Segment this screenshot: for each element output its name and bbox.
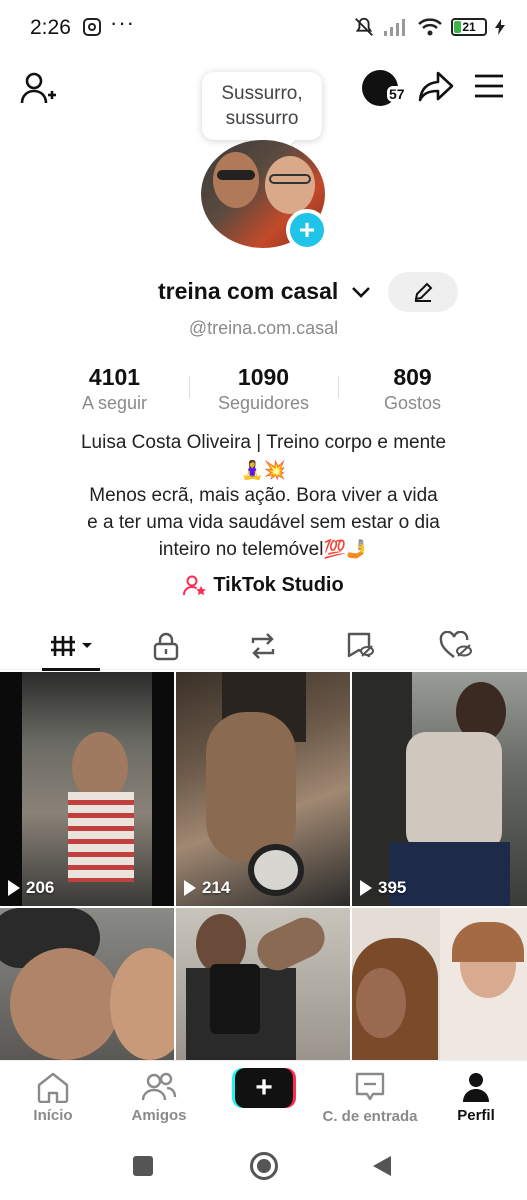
tab-private[interactable] [136,622,196,670]
nav-label: Amigos [131,1106,187,1124]
whisper-tooltip[interactable]: Sussurro, sussurro [202,72,322,140]
chevron-down-icon[interactable] [350,284,372,300]
profile-tabs [0,622,527,670]
nav-label: C. de entrada [322,1107,418,1125]
stat-likes[interactable]: 809 Gostos [338,364,487,418]
view-count-text: 395 [378,878,407,897]
view-count-text: 214 [202,878,231,897]
view-count: 206 [8,878,54,898]
nav-label: Início [33,1106,73,1124]
video-thumbnail[interactable]: 206 [0,672,174,906]
bookmark-hidden-icon [347,632,375,658]
video-thumbnail[interactable] [0,908,174,1060]
friends-icon [141,1072,177,1100]
studio-icon [183,575,207,595]
profile-icon [463,1072,489,1102]
play-icon [360,880,372,896]
bio-line: Luisa Costa Oliveira | Treino corpo e me… [80,432,447,453]
wifi-icon [418,18,442,36]
avatar-add-button[interactable]: + [286,209,328,251]
video-grid: 206 214 395 [0,672,527,1060]
stat-label: A seguir [81,393,148,413]
video-thumbnail[interactable]: 395 [352,672,527,906]
view-count-text: 206 [26,878,55,897]
bio-line: inteiro no telemóvel [158,539,324,560]
signal-icon [384,19,405,36]
home-button-icon[interactable] [250,1152,278,1180]
repost-icon [251,633,275,659]
share-icon [418,71,454,102]
plus-icon: + [235,1068,293,1108]
nav-profile[interactable]: Perfil [446,1061,506,1133]
profile-name[interactable]: treina com casal [158,278,338,305]
bio-emoji: 🧘‍♀️💥 [241,459,286,480]
profile-bio: Luisa Costa Oliveira | Treino corpo e me… [30,430,497,564]
play-icon [8,880,20,896]
video-thumbnail[interactable] [352,908,527,1060]
battery-level: 21 [462,20,476,34]
profile-handle: @treina.com.casal [188,318,339,338]
charging-icon [495,19,505,35]
stat-value: 4101 [88,364,141,390]
lock-icon [153,632,179,661]
menu-icon [475,74,503,98]
view-count: 214 [184,878,230,898]
videos-grid-icon [51,636,92,656]
system-navigation [0,1132,527,1200]
video-thumbnail[interactable]: 214 [176,672,350,906]
instagram-icon [83,18,101,36]
stat-value: 1090 [237,364,290,390]
status-time: 2:26 [30,16,71,39]
add-friend-icon [20,72,56,104]
create-video-button[interactable]: + [232,1068,296,1108]
edit-profile-button[interactable] [388,272,458,312]
more-notifications-icon: ··· [110,10,135,35]
tab-liked[interactable] [426,622,486,670]
battery-icon: 21 [451,18,487,36]
video-thumbnail[interactable] [176,908,350,1060]
inbox-icon [355,1072,385,1100]
stat-label: Seguidores [217,393,310,413]
coins-count: 57 [387,86,407,102]
tiktok-studio-link[interactable]: TikTok Studio [0,574,527,597]
tab-videos[interactable] [42,622,102,670]
tab-reposts[interactable] [233,622,293,670]
mute-icon [355,17,373,36]
stat-label: Gostos [383,393,442,413]
nav-inbox[interactable]: C. de entrada [314,1061,426,1133]
recents-button-icon[interactable] [133,1156,153,1176]
view-count: 395 [360,878,406,898]
nav-home[interactable]: Início [20,1061,86,1133]
stat-followers[interactable]: 1090 Seguidores [189,364,338,418]
back-button-icon[interactable] [371,1154,393,1178]
stat-value: 809 [393,364,432,390]
home-icon [37,1072,69,1103]
bio-line: e a ter uma vida saudável sem estar o di… [87,511,440,533]
stat-following[interactable]: 4101 A seguir [40,364,189,418]
plus-icon: + [298,214,316,245]
share-button[interactable] [416,68,456,104]
studio-label: TikTok Studio [213,574,344,596]
menu-button[interactable] [470,70,508,102]
nav-label: Perfil [457,1106,495,1124]
status-bar: 2:26 ··· 21 [0,0,527,56]
tab-active-indicator [42,668,100,671]
pencil-icon [414,282,433,302]
heart-hidden-icon [439,631,473,658]
play-icon [184,880,196,896]
profile-stats: 4101 A seguir 1090 Seguidores 809 Gostos [40,364,487,418]
bio-line: Menos ecrã, mais ação. Bora viver a vida [89,485,438,506]
add-friend-button[interactable] [18,70,58,106]
tooltip-line2: sussurro [225,108,299,129]
tab-favorites[interactable] [330,622,390,670]
tooltip-line1: Sussurro, [221,83,303,104]
bio-emoji: 💯🤳 [323,539,369,559]
nav-friends[interactable]: Amigos [124,1061,194,1133]
